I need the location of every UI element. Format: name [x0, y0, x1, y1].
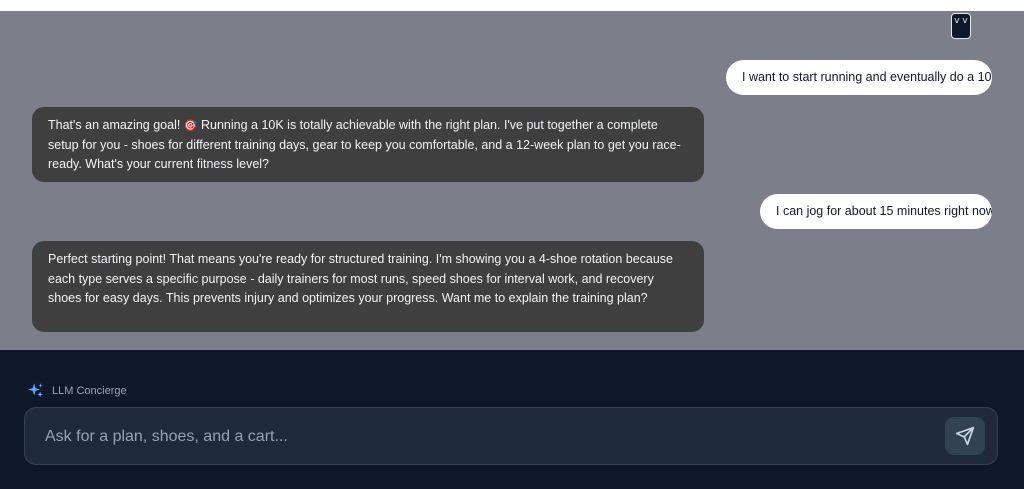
composer-header: LLM Concierge [27, 382, 127, 399]
message-text: That's an amazing goal! [48, 118, 184, 132]
send-icon [955, 426, 975, 446]
user-message: I want to start running and eventually d… [726, 60, 992, 95]
composer-box [24, 407, 998, 465]
assistant-message: That's an amazing goal! 🎯 Running a 10K … [32, 107, 704, 182]
chat-input[interactable] [45, 422, 945, 452]
chat-transcript[interactable]: v v I want to start running and eventual… [0, 11, 1024, 350]
send-button[interactable] [945, 417, 985, 455]
chevron-down-icon: v v [954, 16, 968, 26]
message-text: I want to start running and eventually d… [742, 70, 992, 84]
assistant-message: Perfect starting point! That means you'r… [32, 241, 704, 332]
collapse-chevron-button[interactable]: v v [951, 13, 971, 39]
user-message: I can jog for about 15 minutes right now [760, 194, 992, 229]
top-strip [0, 0, 1024, 11]
composer-title: LLM Concierge [52, 384, 127, 397]
sparkles-icon [28, 383, 43, 398]
target-emoji-icon: 🎯 [183, 119, 198, 132]
message-text: Perfect starting point! That means you'r… [48, 252, 674, 305]
message-text: I can jog for about 15 minutes right now [776, 204, 992, 218]
